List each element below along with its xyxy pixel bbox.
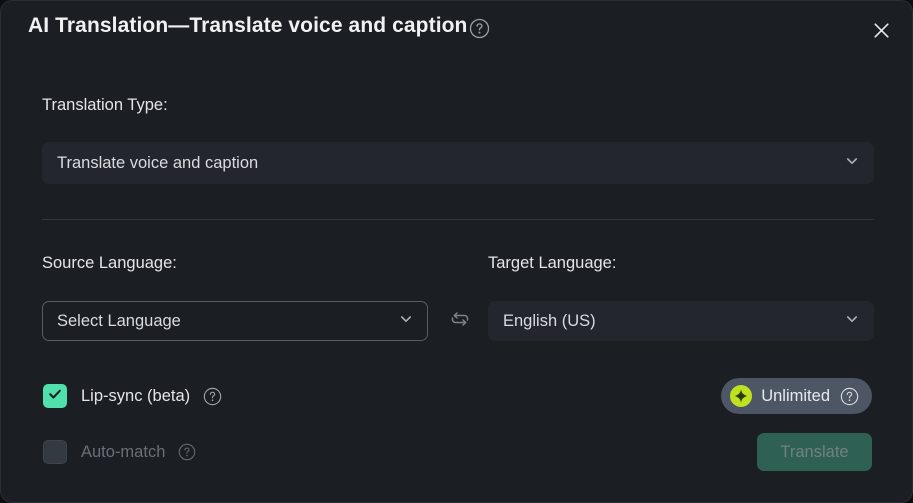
chevron-down-icon — [399, 312, 413, 331]
lip-sync-checkbox[interactable] — [43, 384, 67, 408]
dialog-titlebar: AI Translation—Translate voice and capti… — [1, 1, 912, 57]
source-language-select[interactable]: Select Language — [42, 301, 428, 341]
target-language-select[interactable]: English (US) — [488, 301, 874, 341]
sparkle-star-icon — [730, 385, 753, 407]
dialog-title: AI Translation—Translate voice and capti… — [28, 14, 468, 37]
translation-type-select[interactable]: Translate voice and caption — [42, 142, 874, 184]
swap-languages-icon — [447, 306, 473, 337]
translate-button[interactable]: Translate — [757, 433, 872, 471]
target-language-label: Target Language: — [488, 254, 617, 272]
ai-translation-dialog: AI Translation—Translate voice and capti… — [0, 0, 913, 503]
swap-languages-button[interactable] — [444, 305, 476, 337]
title-help-icon[interactable] — [469, 18, 490, 39]
chevron-down-icon — [845, 154, 859, 173]
translate-button-label: Translate — [780, 442, 849, 461]
lip-sync-row: Lip-sync (beta) — [43, 383, 222, 409]
unlimited-help-icon[interactable] — [840, 387, 859, 406]
unlimited-label: Unlimited — [761, 386, 830, 405]
source-language-label: Source Language: — [42, 254, 177, 272]
lip-sync-label: Lip-sync (beta) — [81, 386, 191, 405]
lip-sync-help-icon[interactable] — [203, 387, 222, 406]
auto-match-help-icon — [178, 443, 196, 461]
close-button[interactable] — [866, 15, 896, 45]
close-icon — [872, 21, 891, 40]
section-divider — [42, 219, 874, 220]
target-language-value: English (US) — [503, 311, 596, 330]
source-language-value: Select Language — [57, 311, 181, 330]
auto-match-label: Auto-match — [81, 442, 166, 461]
unlimited-badge[interactable]: Unlimited — [721, 378, 872, 414]
translation-type-label: Translation Type: — [42, 96, 168, 114]
auto-match-checkbox — [43, 440, 67, 464]
auto-match-row: Auto-match — [43, 439, 196, 465]
translation-type-value: Translate voice and caption — [57, 153, 259, 172]
chevron-down-icon — [845, 312, 859, 331]
checkmark-icon — [47, 386, 63, 407]
